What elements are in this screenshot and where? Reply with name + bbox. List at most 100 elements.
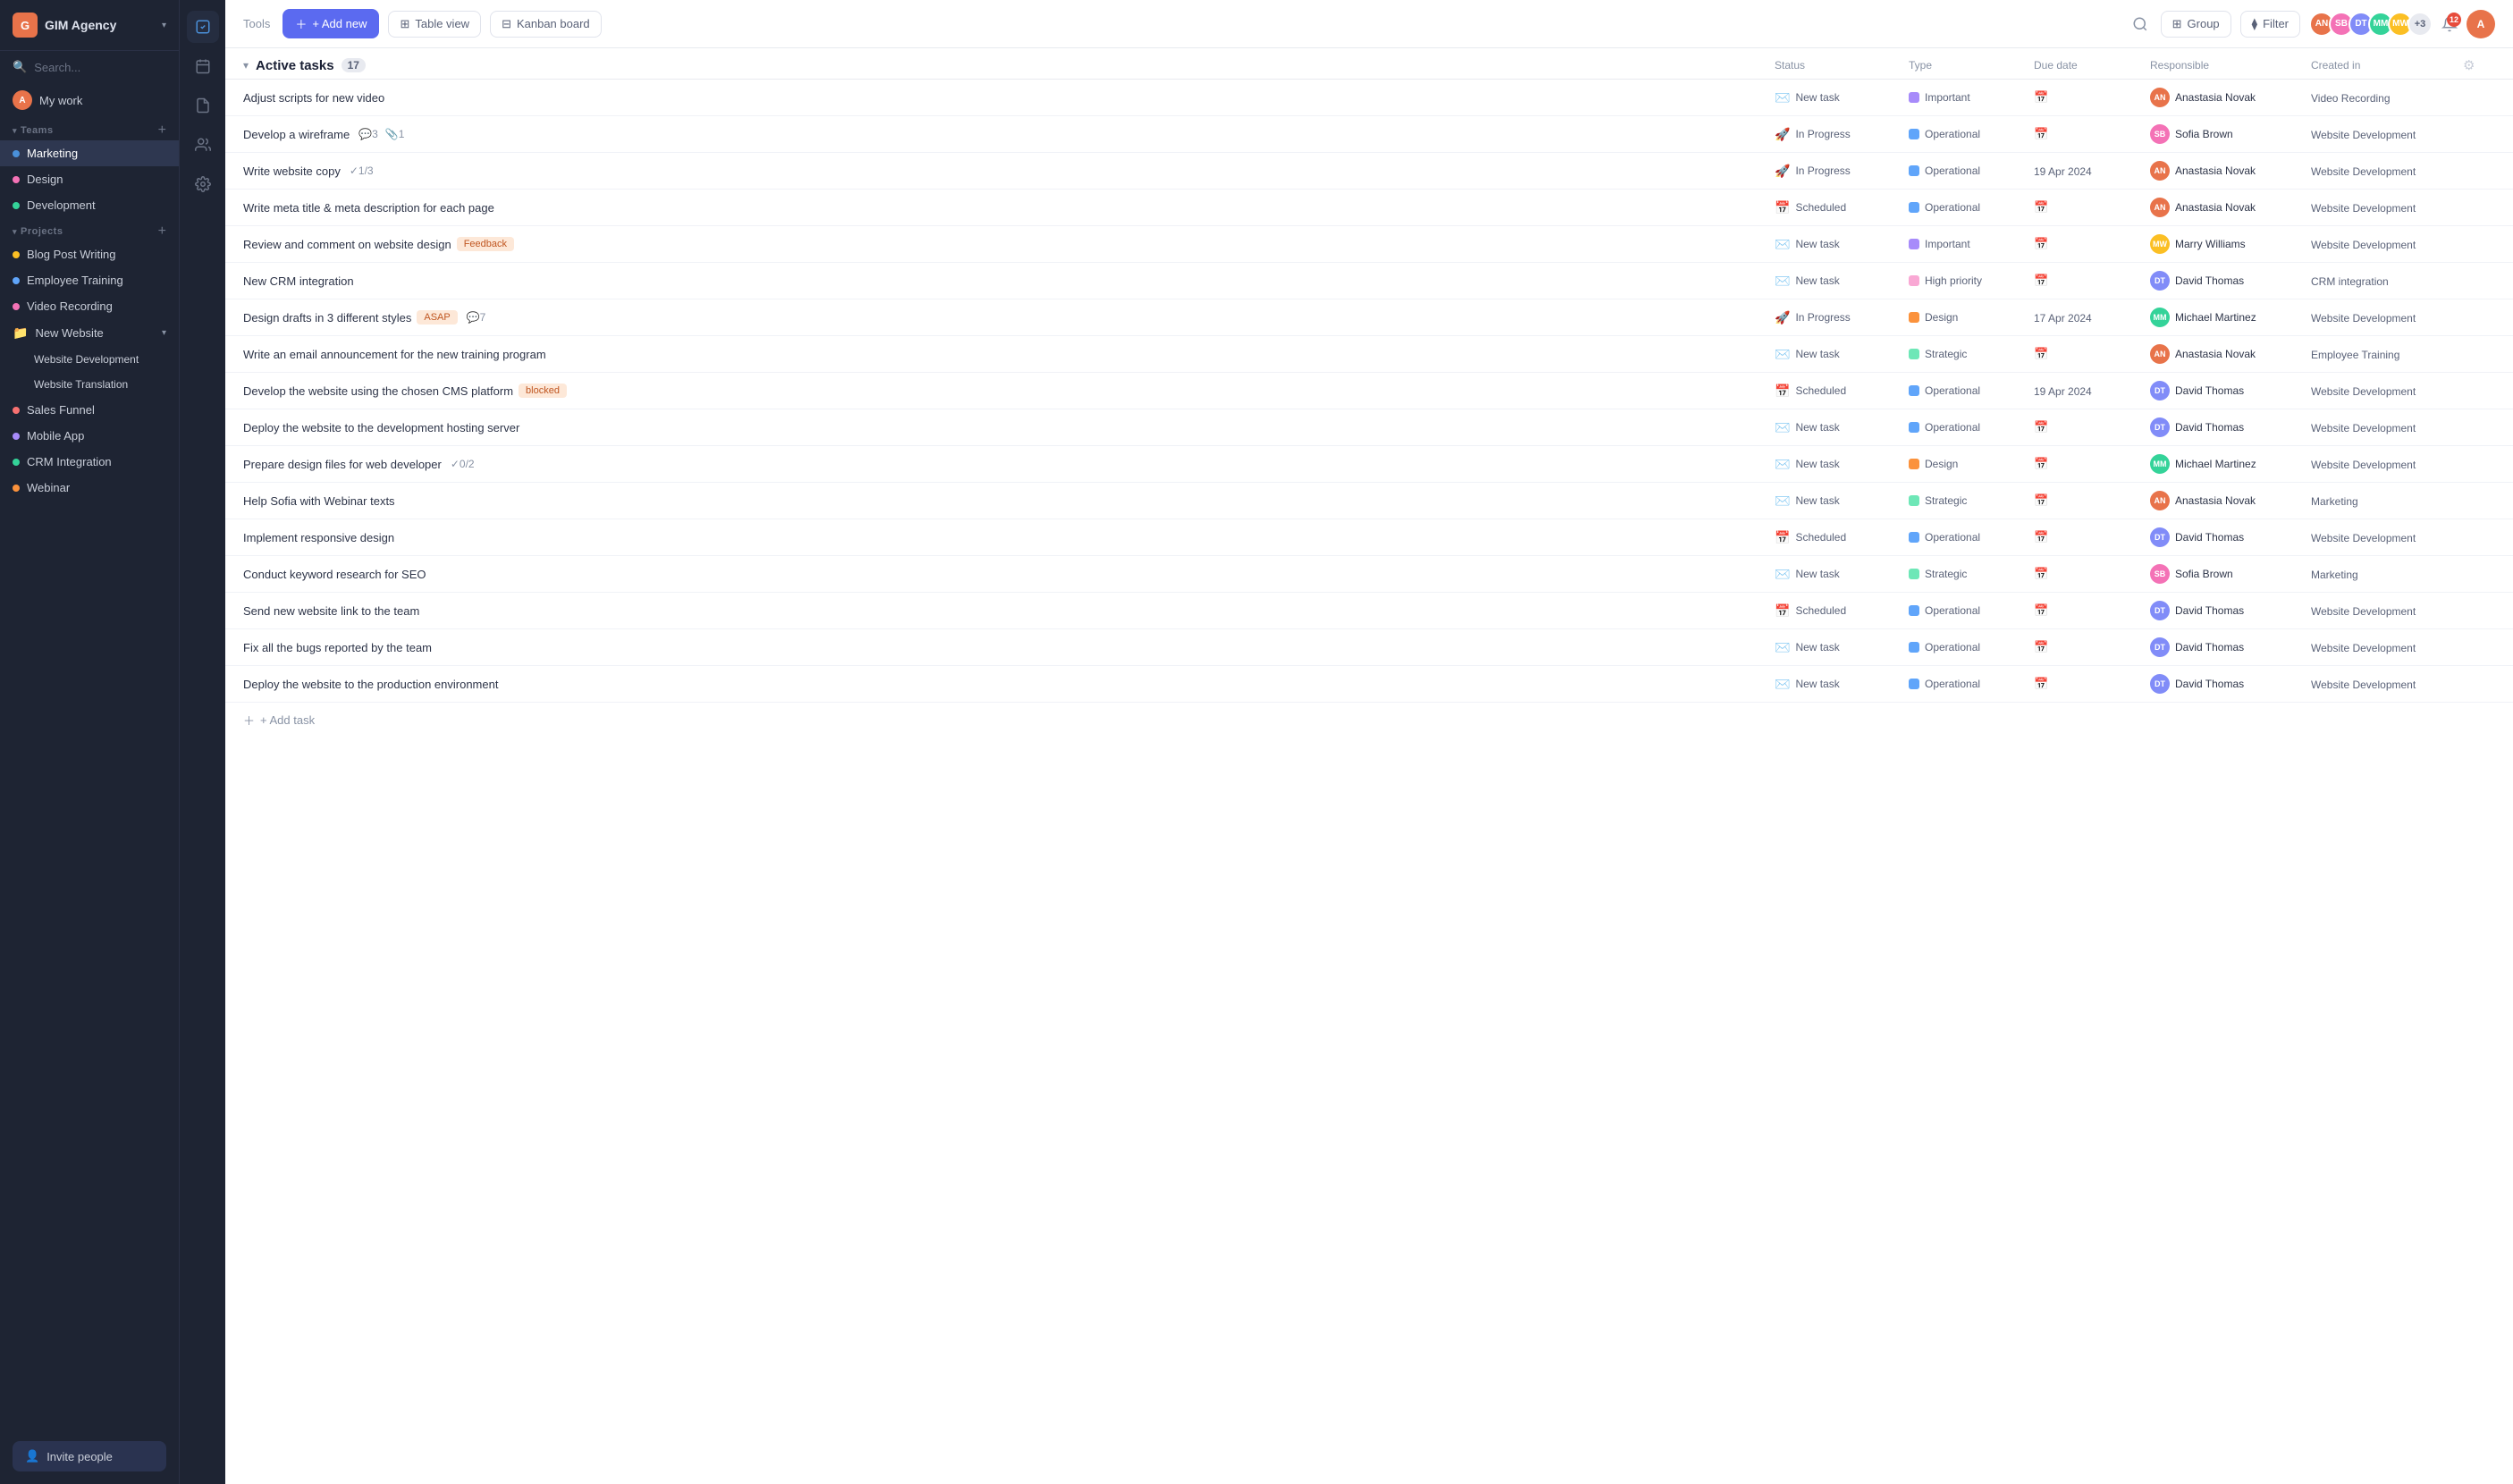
icon-docs[interactable] <box>187 89 219 122</box>
task-responsible: DT David Thomas <box>2150 601 2311 620</box>
responsible-name: David Thomas <box>2175 604 2244 617</box>
search-area[interactable]: 🔍 Search... <box>0 51 179 83</box>
section-toggle[interactable]: ▾ Active tasks 17 <box>243 58 366 73</box>
teams-add-btn[interactable]: + <box>158 122 166 139</box>
calendar-icon: 📅 <box>2034 420 2048 434</box>
icon-tasks[interactable] <box>187 11 219 43</box>
col-type-header: Type <box>1909 59 2034 72</box>
table-row[interactable]: Send new website link to the team 📅 Sche… <box>225 593 2513 629</box>
table-view-button[interactable]: ⊞ Table view <box>388 11 481 38</box>
sidebar-item-employee-training[interactable]: Employee Training <box>0 267 179 293</box>
notifications-button[interactable]: 12 <box>2441 16 2458 32</box>
type-label: High priority <box>1925 274 1982 287</box>
add-task-row[interactable]: ＋ + Add task <box>225 703 2513 738</box>
sidebar-item-blog-post[interactable]: Blog Post Writing <box>0 241 179 267</box>
marketing-label: Marketing <box>27 147 78 160</box>
org-name: GIM Agency <box>45 18 116 32</box>
sidebar-item-mobile-app[interactable]: Mobile App <box>0 423 179 449</box>
status-icon: ✉️ <box>1775 567 1790 582</box>
due-date: 19 Apr 2024 <box>2034 165 2092 178</box>
table-row[interactable]: Adjust scripts for new video ✉️ New task… <box>225 80 2513 116</box>
table-row[interactable]: Deploy the website to the production env… <box>225 666 2513 703</box>
task-status: 🚀 In Progress <box>1775 310 1909 325</box>
add-new-button[interactable]: ＋ + Add new <box>283 9 379 38</box>
projects-section-label[interactable]: ▾ Projects <box>13 226 63 237</box>
sidebar-item-website-translation[interactable]: Website Translation <box>25 372 179 397</box>
task-created-in: Website Development <box>2311 605 2416 618</box>
org-chevron: ▾ <box>162 21 166 30</box>
type-label: Operational <box>1925 641 1980 653</box>
task-meta-item: ✓0/2 <box>451 458 475 470</box>
table-row[interactable]: Design drafts in 3 different stylesASAP … <box>225 299 2513 336</box>
sidebar-item-design[interactable]: Design <box>0 166 179 192</box>
task-name: Prepare design files for web developer ✓… <box>243 458 1775 471</box>
sidebar-item-new-website[interactable]: 📁 New Website ▾ <box>0 319 179 347</box>
table-row[interactable]: Develop the website using the chosen CMS… <box>225 373 2513 409</box>
sidebar-item-sales-funnel[interactable]: Sales Funnel <box>0 397 179 423</box>
table-row[interactable]: Review and comment on website designFeed… <box>225 226 2513 263</box>
task-created-in: Website Development <box>2311 385 2416 398</box>
new-website-label: New Website <box>35 326 103 340</box>
projects-section: ▾ Projects + <box>0 218 179 241</box>
task-type: Strategic <box>1909 348 2034 360</box>
type-label: Operational <box>1925 678 1980 690</box>
icon-settings[interactable] <box>187 168 219 200</box>
task-status: 📅 Scheduled <box>1775 200 1909 215</box>
calendar-icon: 📅 <box>2034 200 2048 214</box>
group-button[interactable]: ⊞ Group <box>2161 11 2231 38</box>
task-type: Operational <box>1909 531 2034 544</box>
sidebar-item-development[interactable]: Development <box>0 192 179 218</box>
task-name: Fix all the bugs reported by the team <box>243 641 1775 654</box>
table-row[interactable]: Write website copy ✓1/3 🚀 In Progress Op… <box>225 153 2513 190</box>
type-dot <box>1909 459 1919 469</box>
task-created-in: Website Development <box>2311 165 2416 178</box>
col-settings-icon[interactable]: ⚙ <box>2463 57 2495 73</box>
sidebar-header[interactable]: G GIM Agency ▾ <box>0 0 179 51</box>
table-row[interactable]: Implement responsive design 📅 Scheduled … <box>225 519 2513 556</box>
search-button[interactable] <box>2129 13 2152 36</box>
responsible-avatar: DT <box>2150 601 2170 620</box>
task-type: Operational <box>1909 201 2034 214</box>
table-row[interactable]: Prepare design files for web developer ✓… <box>225 446 2513 483</box>
task-tag: Feedback <box>457 237 514 251</box>
table-row[interactable]: Deploy the website to the development ho… <box>225 409 2513 446</box>
table-row[interactable]: Develop a wireframe 💬3📎1 🚀 In Progress O… <box>225 116 2513 153</box>
status-icon: 🚀 <box>1775 164 1790 179</box>
projects-add-btn[interactable]: + <box>158 223 166 240</box>
filter-button[interactable]: ⧫ Filter <box>2240 11 2300 38</box>
invite-people-button[interactable]: 👤 Invite people <box>13 1441 166 1471</box>
table-row[interactable]: Conduct keyword research for SEO ✉️ New … <box>225 556 2513 593</box>
task-status: 🚀 In Progress <box>1775 164 1909 179</box>
sidebar-item-website-development[interactable]: Website Development <box>25 347 179 372</box>
task-name: Develop a wireframe 💬3📎1 <box>243 128 1775 141</box>
table-row[interactable]: Write an email announcement for the new … <box>225 336 2513 373</box>
kanban-board-button[interactable]: ⊟ Kanban board <box>490 11 602 38</box>
table-row[interactable]: New CRM integration ✉️ New task High pri… <box>225 263 2513 299</box>
table-row[interactable]: Help Sofia with Webinar texts ✉️ New tas… <box>225 483 2513 519</box>
my-work-item[interactable]: A My work <box>0 83 179 117</box>
status-icon: ✉️ <box>1775 237 1790 252</box>
sidebar-item-video-recording[interactable]: Video Recording <box>0 293 179 319</box>
sidebar-item-webinar[interactable]: Webinar <box>0 475 179 501</box>
table-row[interactable]: Write meta title & meta description for … <box>225 190 2513 226</box>
type-label: Important <box>1925 238 1970 250</box>
status-label: In Progress <box>1795 311 1850 324</box>
task-name: Help Sofia with Webinar texts <box>243 494 1775 508</box>
new-website-chevron: ▾ <box>162 328 166 338</box>
task-type: Operational <box>1909 678 2034 690</box>
task-name: Deploy the website to the development ho… <box>243 421 1775 434</box>
status-label: New task <box>1795 678 1839 690</box>
table-row[interactable]: Fix all the bugs reported by the team ✉️… <box>225 629 2513 666</box>
sidebar-item-marketing[interactable]: Marketing <box>0 140 179 166</box>
icon-people[interactable] <box>187 129 219 161</box>
icon-calendar[interactable] <box>187 50 219 82</box>
avatar-overflow-count[interactable]: +3 <box>2408 12 2433 37</box>
responsible-name: Michael Martinez <box>2175 458 2256 470</box>
task-type: High priority <box>1909 274 2034 287</box>
sidebar-item-crm-integration[interactable]: CRM Integration <box>0 449 179 475</box>
task-status: ✉️ New task <box>1775 274 1909 289</box>
user-avatar-main[interactable]: A <box>2467 10 2495 38</box>
person-icon: 👤 <box>25 1449 39 1463</box>
responsible-name: David Thomas <box>2175 531 2244 544</box>
teams-section-label[interactable]: ▾ Teams <box>13 125 54 136</box>
